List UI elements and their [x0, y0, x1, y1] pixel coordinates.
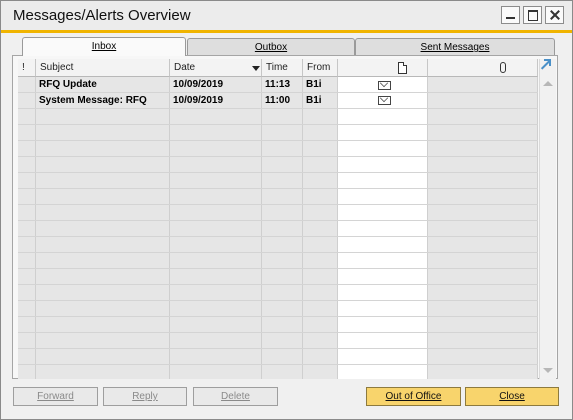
- row-time: 11:13: [265, 79, 291, 90]
- messages-table: ! Subject Date Time From RFQ Update 10/0…: [18, 59, 538, 379]
- scroll-down-icon[interactable]: [543, 368, 553, 373]
- time-column-header[interactable]: Time: [262, 59, 303, 77]
- delete-button[interactable]: Delete: [193, 387, 278, 406]
- tab-sent-messages[interactable]: Sent Messages: [355, 38, 555, 55]
- close-window-button[interactable]: [545, 6, 564, 24]
- forward-button[interactable]: Forward: [13, 387, 98, 406]
- vertical-scrollbar[interactable]: [539, 59, 556, 379]
- close-button[interactable]: Close: [465, 387, 559, 406]
- row-time: 11:00: [265, 95, 291, 106]
- attachment-column-header[interactable]: [428, 59, 538, 77]
- envelope-icon[interactable]: [378, 81, 391, 90]
- scroll-up-icon[interactable]: [543, 81, 553, 86]
- date-column-header[interactable]: Date: [170, 59, 262, 77]
- expand-icon[interactable]: [539, 59, 551, 71]
- sort-descending-icon: [252, 66, 260, 71]
- attachment-icon: [500, 62, 506, 73]
- tab-outbox[interactable]: Outbox: [187, 38, 355, 55]
- reply-button[interactable]: Reply: [103, 387, 187, 406]
- envelope-icon[interactable]: [378, 96, 391, 105]
- window-title: Messages/Alerts Overview: [13, 7, 191, 24]
- minimize-button[interactable]: [501, 6, 520, 24]
- row-date: 10/09/2019: [173, 79, 224, 90]
- row-from: B1i: [306, 95, 322, 106]
- row-date: 10/09/2019: [173, 95, 224, 106]
- priority-column-header[interactable]: !: [18, 59, 36, 77]
- maximize-button[interactable]: [523, 6, 542, 24]
- title-bar: Messages/Alerts Overview: [1, 1, 572, 31]
- from-column-header[interactable]: From: [303, 59, 338, 77]
- out-of-office-button[interactable]: Out of Office: [366, 387, 461, 406]
- row-subject[interactable]: RFQ Update: [36, 77, 97, 92]
- accent-bar: [1, 30, 572, 33]
- document-column-header[interactable]: [338, 59, 428, 77]
- row-subject[interactable]: System Message: RFQ: [36, 93, 147, 108]
- tab-inbox[interactable]: Inbox: [22, 37, 186, 56]
- row-from: B1i: [306, 79, 322, 90]
- subject-column-header[interactable]: Subject: [36, 59, 170, 77]
- document-icon: [398, 62, 407, 74]
